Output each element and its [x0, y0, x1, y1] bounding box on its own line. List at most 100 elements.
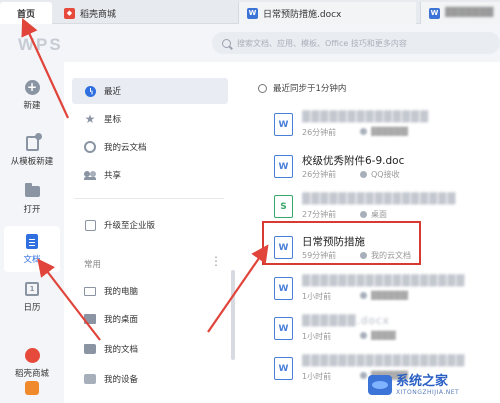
file-time: 26分钟前 — [302, 170, 337, 179]
file-location: ▓▓▓▓▓▓ — [360, 127, 408, 136]
file-time: 1小时前 — [302, 332, 332, 341]
nav-item-label: 升级至企业版 — [104, 221, 156, 231]
wps-logo: WPS — [18, 35, 63, 54]
file-location-text: QQ接收 — [371, 170, 400, 179]
file-name: ▓▓▓▓▓▓▓▓▓▓▓▓▓▓ — [302, 111, 430, 123]
word-file-icon: W — [274, 113, 293, 136]
file-location: ▓▓▓▓▓▓ — [360, 291, 408, 300]
rail-item-new[interactable]: + 新建 — [4, 72, 60, 118]
rail-item-new-from-template[interactable]: 从模板新建 — [4, 128, 60, 174]
file-name: ▓▓▓▓▓▓▓▓▓▓▓▓▓▓▓▓▓ — [302, 193, 457, 205]
rail-item-label: 打开 — [23, 205, 41, 215]
sync-icon — [258, 83, 267, 93]
shop-icon — [24, 347, 40, 363]
nav-item-my-computer[interactable]: 我的电脑 — [72, 278, 228, 304]
rail-item-app[interactable] — [4, 378, 60, 402]
nav-item-my-desktop[interactable]: 我的桌面 — [72, 306, 228, 332]
watermark-subtitle: XITONGZHIJIA.NET — [396, 388, 460, 396]
rail-item-calendar[interactable]: 1 日历 — [4, 274, 60, 320]
location-icon — [360, 171, 367, 178]
template-icon — [24, 132, 42, 151]
clock-icon — [84, 85, 96, 97]
rail-item-label: 从模板新建 — [10, 157, 54, 167]
file-row[interactable]: W ▓▓▓▓▓▓▓▓▓▓▓▓▓▓▓▓▓▓ 1小时前 ▓▓▓▓▓▓ — [264, 271, 500, 311]
file-time: 26分钟前 — [302, 128, 337, 137]
sync-status-text: 最近同步于1分钟内 — [273, 84, 347, 94]
nav-item-shared[interactable]: 共享 — [72, 162, 228, 188]
nav-item-my-devices[interactable]: 我的设备 — [72, 366, 228, 392]
file-row[interactable]: W 校级优秀附件6-9.doc 26分钟前 QQ接收 — [264, 149, 500, 189]
rail-item-label: 文档 — [23, 255, 41, 265]
nav-item-label: 我的文档 — [104, 345, 139, 355]
nav-item-label: 最近 — [104, 87, 122, 97]
file-name: ▓▓▓▓▓▓.docx — [302, 315, 390, 327]
tab-docer-store[interactable]: ◆ 稻壳商城 — [56, 2, 234, 24]
nav-item-label: 星标 — [104, 115, 122, 125]
file-location-text: ▓▓▓▓▓▓ — [371, 127, 408, 136]
documents-folder-icon — [84, 343, 96, 355]
watermark-logo: 系统之家 XITONGZHIJIA.NET — [368, 366, 500, 403]
word-file-icon: W — [274, 317, 293, 340]
highlight-box — [262, 221, 421, 265]
desktop-icon — [84, 313, 96, 325]
nav-item-upgrade[interactable]: 升级至企业版 — [72, 212, 228, 238]
word-file-icon: W — [274, 357, 293, 380]
scrollbar[interactable] — [231, 270, 235, 360]
nav-item-recent[interactable]: 最近 — [72, 78, 228, 104]
search-input[interactable]: 搜索文档、应用、模板、Office 技巧和更多内容 — [212, 32, 500, 54]
location-icon — [360, 372, 367, 379]
tab-bar: 首页 ◆ 稻壳商城 W 日常预防措施.docx W ▓▓▓▓▓▓▓ — [0, 0, 500, 24]
rail-item-documents[interactable]: 文档 — [4, 226, 60, 272]
spreadsheet-file-icon: S — [274, 195, 293, 218]
file-name: 校级优秀附件6-9.doc — [302, 155, 405, 167]
search-icon — [222, 38, 231, 48]
more-options-icon[interactable]: ⋮ — [210, 254, 222, 268]
tab-document-2-label: ▓▓▓▓▓▓▓ — [445, 8, 494, 18]
rail-item-open[interactable]: 打开 — [4, 176, 60, 222]
file-location-text: 桌面 — [371, 210, 387, 219]
rail-item-label: 新建 — [23, 101, 41, 111]
nav-item-starred[interactable]: ★ 星标 — [72, 106, 228, 132]
nav-divider — [74, 198, 224, 199]
nav-item-label: 我的电脑 — [104, 287, 139, 297]
upgrade-icon — [84, 219, 96, 231]
tab-document-2[interactable]: W ▓▓▓▓▓▓▓ — [420, 2, 500, 24]
location-icon — [360, 292, 367, 299]
tab-home[interactable]: 首页 — [0, 2, 52, 24]
docer-store-icon: ◆ — [64, 7, 75, 19]
location-icon — [360, 128, 367, 135]
section-label-common: 常用 — [84, 260, 102, 270]
nav-item-cloud-docs[interactable]: 我的云文档 — [72, 134, 228, 160]
location-icon — [360, 332, 367, 339]
watermark-title: 系统之家 — [396, 373, 449, 389]
watermark-icon — [368, 374, 392, 395]
calendar-icon: 1 — [24, 281, 40, 297]
left-rail: + 新建 从模板新建 打开 文档 1 日历 稻壳商城 — [0, 62, 64, 403]
file-time: 1小时前 — [302, 292, 332, 301]
rail-item-label: 日历 — [23, 303, 41, 313]
nav-item-my-documents[interactable]: 我的文档 — [72, 336, 228, 362]
file-time: 1小时前 — [302, 372, 332, 381]
location-icon — [360, 211, 367, 218]
file-location-text: ▓▓▓▓ — [371, 331, 396, 340]
file-time: 27分钟前 — [302, 210, 337, 219]
nav-item-label: 我的桌面 — [104, 315, 139, 325]
plus-circle-icon: + — [24, 79, 40, 95]
search-placeholder: 搜索文档、应用、模板、Office 技巧和更多内容 — [237, 38, 407, 48]
file-row[interactable]: W ▓▓▓▓▓▓.docx 1小时前 ▓▓▓▓ — [264, 311, 500, 351]
word-file-icon: W — [274, 277, 293, 300]
nav-item-label: 我的设备 — [104, 375, 139, 385]
tab-document-label: 日常预防措施.docx — [263, 9, 342, 20]
word-file-icon: W — [274, 155, 293, 178]
folder-icon — [24, 182, 40, 199]
file-name: ▓▓▓▓▓▓▓▓▓▓▓▓▓▓▓▓▓▓ — [302, 275, 466, 287]
cloud-icon — [84, 141, 96, 153]
star-icon: ★ — [84, 112, 96, 126]
document-icon — [24, 233, 40, 249]
tab-document[interactable]: W 日常预防措施.docx — [238, 2, 416, 24]
file-row[interactable]: W ▓▓▓▓▓▓▓▓▓▓▓▓▓▓ 26分钟前 ▓▓▓▓▓▓ — [264, 107, 500, 147]
nav-item-label: 共享 — [104, 171, 122, 181]
app-header: WPS 搜索文档、应用、模板、Office 技巧和更多内容 — [0, 24, 500, 62]
nav-item-label: 我的云文档 — [104, 143, 147, 153]
share-icon — [84, 169, 96, 181]
